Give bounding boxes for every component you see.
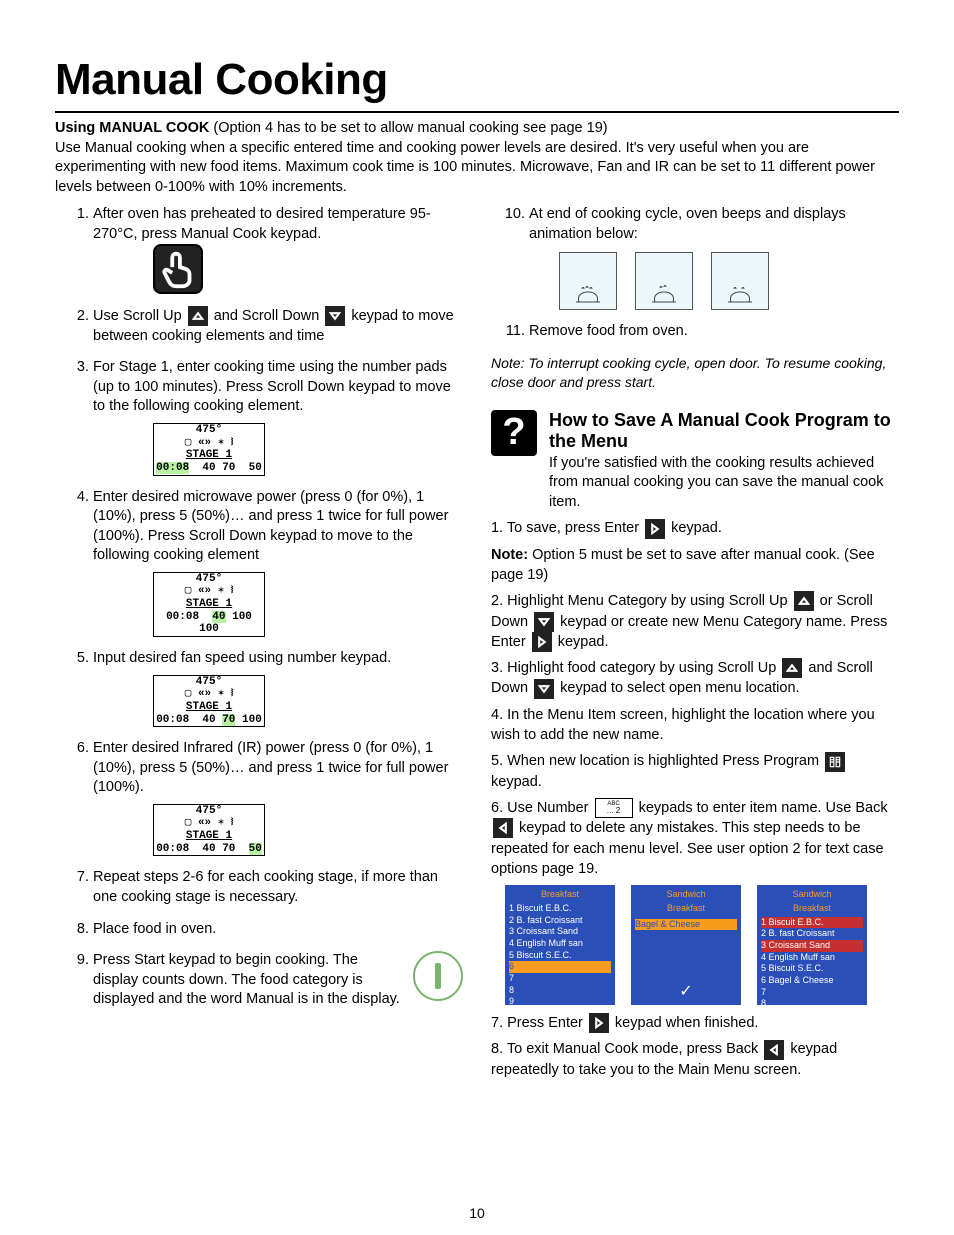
intro-rest: (Option 4 has to be set to allow manual … bbox=[209, 120, 607, 136]
right-column: At end of cooking cycle, oven beeps and … bbox=[491, 205, 899, 1086]
divider bbox=[55, 111, 899, 113]
scroll-up-icon bbox=[794, 591, 814, 611]
menu-screen-1: Breakfast 1 Biscuit E.B.C. 2 B. fast Cro… bbox=[505, 885, 615, 1005]
step-6: Enter desired Infrared (IR) power (press… bbox=[93, 739, 463, 856]
step-2: Use Scroll Up and Scroll Down keypad to … bbox=[93, 306, 463, 346]
number-keypad-icon: ABC... 2 bbox=[595, 798, 633, 818]
anim-frame-2 bbox=[635, 252, 693, 310]
menu-screen-3: Sandwich Breakfast 1 Biscuit E.B.C. 2 B.… bbox=[757, 885, 867, 1005]
anim-frame-3 bbox=[711, 252, 769, 310]
scroll-down-icon bbox=[534, 679, 554, 699]
how-to-save-header: ? How to Save A Manual Cook Program to t… bbox=[491, 410, 899, 513]
end-animation bbox=[559, 252, 899, 310]
menu-screen-2: Sandwich Breakfast Bagel & Cheese ✓ bbox=[631, 885, 741, 1005]
menu-screens: Breakfast 1 Biscuit E.B.C. 2 B. fast Cro… bbox=[505, 885, 899, 1005]
step-10: At end of cooking cycle, oven beeps and … bbox=[529, 205, 899, 310]
check-icon: ✓ bbox=[679, 982, 692, 1003]
back-icon bbox=[493, 818, 513, 838]
scroll-down-icon bbox=[325, 306, 345, 326]
lcd-stage1-fan: 475° ▢ «» ✶ ⧘ STAGE 1 00:08 40 70 100 bbox=[153, 675, 265, 728]
back-icon bbox=[764, 1040, 784, 1060]
scroll-down-icon bbox=[534, 612, 554, 632]
interrupt-note: Note: To interrupt cooking cycle, open d… bbox=[491, 354, 899, 392]
step-3: For Stage 1, enter cooking time using th… bbox=[93, 358, 463, 475]
step-9: Press Start keypad to begin cooking. The… bbox=[93, 951, 463, 1010]
how-to-save-sub: If you're satisfied with the cooking res… bbox=[549, 455, 884, 510]
program-icon bbox=[825, 752, 845, 772]
intro-bold: Using MANUAL COOK bbox=[55, 120, 209, 136]
enter-icon bbox=[532, 632, 552, 652]
step-11: Remove food from oven. bbox=[529, 322, 899, 342]
step-4: Enter desired microwave power (press 0 (… bbox=[93, 488, 463, 637]
question-mark-icon: ? bbox=[491, 410, 537, 456]
lcd-stage1-ir: 475° ▢ «» ✶ ⧘ STAGE 1 00:08 40 70 50 bbox=[153, 804, 265, 857]
left-column: After oven has preheated to desired temp… bbox=[55, 205, 463, 1086]
step-1: After oven has preheated to desired temp… bbox=[93, 205, 463, 294]
intro-body: Use Manual cooking when a specific enter… bbox=[55, 140, 875, 195]
lcd-stage1-time: 475° ▢ «» ✶ ⧘ STAGE 1 00:08 40 70 50 bbox=[153, 423, 265, 476]
intro-paragraph: Using MANUAL COOK (Option 4 has to be se… bbox=[55, 119, 899, 197]
how-to-save-title: How to Save A Manual Cook Program to the… bbox=[549, 410, 899, 452]
step-8: Place food in oven. bbox=[93, 920, 463, 940]
manual-cook-keypad-icon bbox=[153, 244, 203, 294]
enter-icon bbox=[645, 519, 665, 539]
scroll-up-icon bbox=[782, 658, 802, 678]
scroll-up-icon bbox=[188, 306, 208, 326]
right-step-list: At end of cooking cycle, oven beeps and … bbox=[491, 205, 899, 342]
left-step-list: After oven has preheated to desired temp… bbox=[55, 205, 463, 1010]
step-5: Input desired fan speed using number key… bbox=[93, 649, 463, 727]
page-title: Manual Cooking bbox=[55, 55, 899, 105]
how-to-save-body: 1. To save, press Enter keypad. Note: Op… bbox=[491, 518, 899, 1080]
start-icon bbox=[413, 951, 463, 1001]
step-7: Repeat steps 2-6 for each cooking stage,… bbox=[93, 868, 463, 907]
lcd-stage1-mw: 475° ▢ «» ✶ ⧘ STAGE 1 00:08 40 100 100 bbox=[153, 572, 265, 637]
anim-frame-1 bbox=[559, 252, 617, 310]
page-number: 10 bbox=[0, 1205, 954, 1221]
